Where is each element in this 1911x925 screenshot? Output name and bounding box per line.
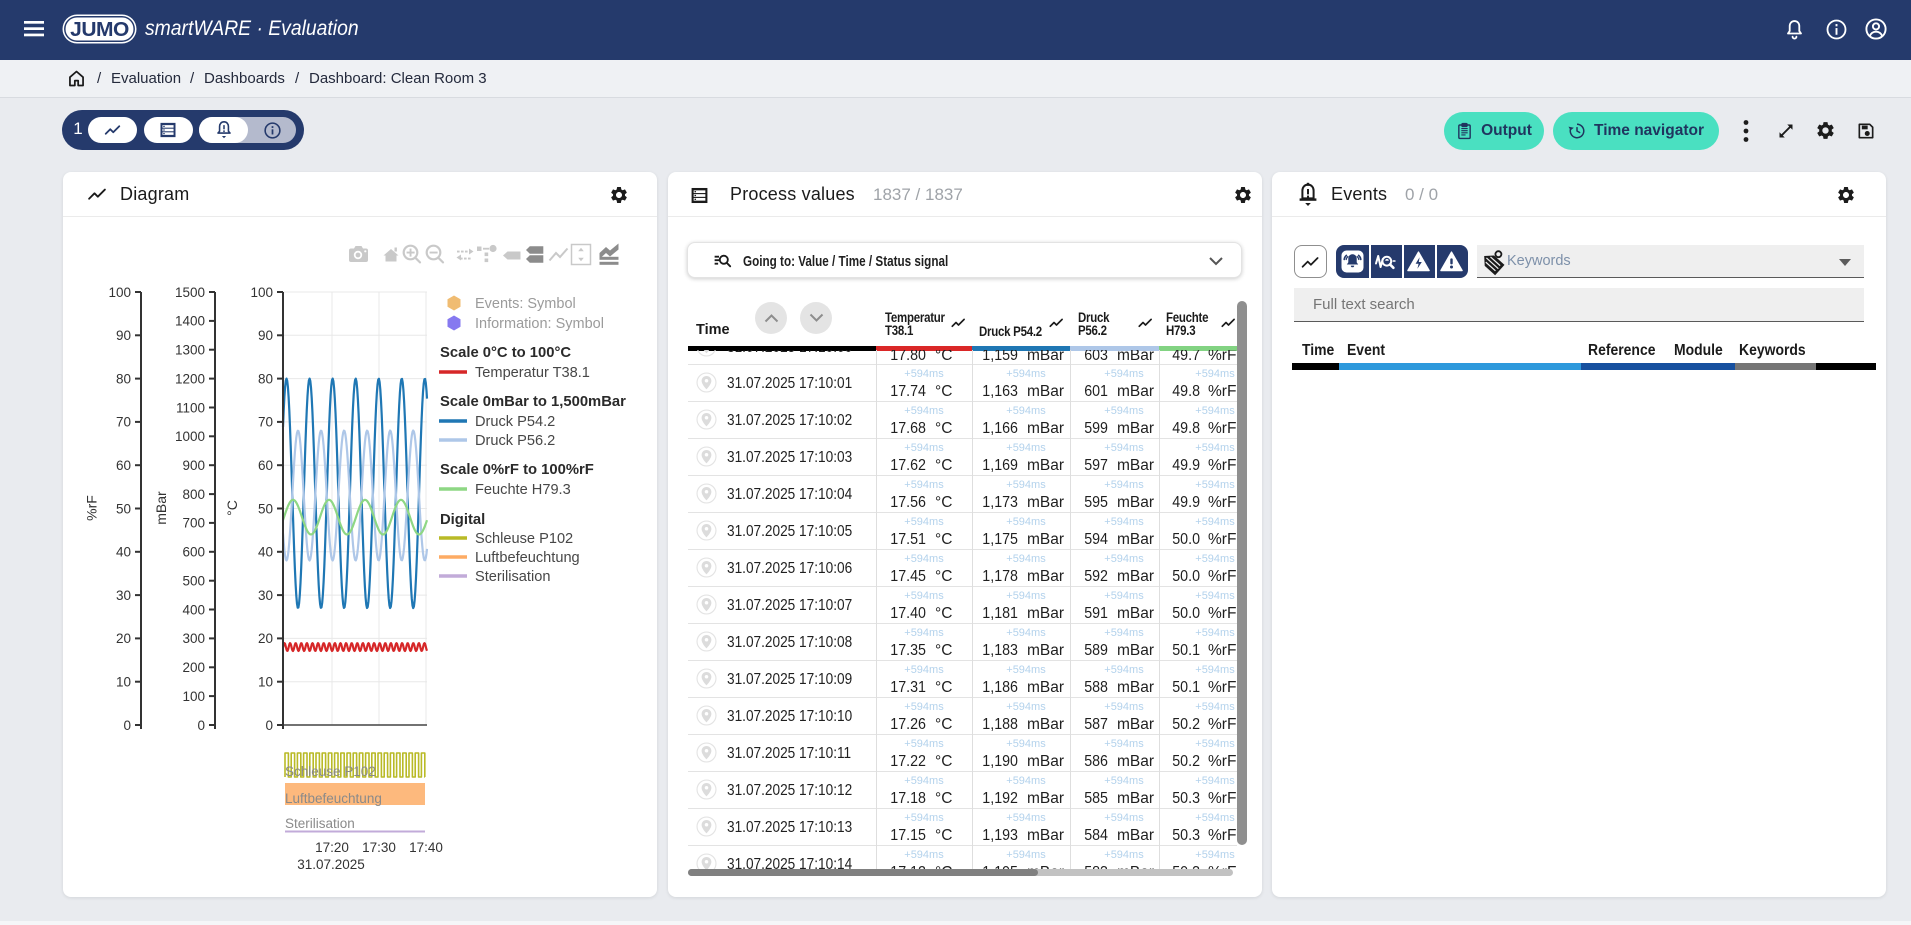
svg-text:70: 70: [116, 415, 131, 430]
svg-text:400: 400: [182, 602, 205, 617]
svg-text:0: 0: [197, 718, 205, 733]
svg-text:30: 30: [258, 588, 273, 603]
svg-text:300: 300: [182, 631, 205, 646]
svg-text:Luftbefeuchtung: Luftbefeuchtung: [285, 791, 382, 806]
svg-text:800: 800: [182, 487, 205, 502]
svg-text:80: 80: [258, 371, 273, 386]
svg-text:100: 100: [182, 689, 205, 704]
svg-text:40: 40: [116, 545, 131, 560]
svg-text:Sterilisation: Sterilisation: [475, 569, 550, 585]
svg-text:°C: °C: [224, 500, 240, 516]
svg-text:Druck P54.2: Druck P54.2: [475, 414, 555, 430]
svg-text:500: 500: [182, 574, 205, 589]
svg-text:31.07.2025: 31.07.2025: [297, 857, 365, 872]
svg-text:600: 600: [182, 545, 205, 560]
svg-text:JUMO: JUMO: [70, 18, 129, 41]
svg-text:60: 60: [258, 458, 273, 473]
svg-text:1500: 1500: [175, 285, 205, 300]
svg-text:40: 40: [258, 545, 273, 560]
svg-text:mBar: mBar: [153, 491, 169, 525]
svg-text:10: 10: [258, 675, 273, 690]
svg-text:Scale 0mBar to 1,500mBar: Scale 0mBar to 1,500mBar: [440, 394, 626, 410]
svg-text:Events: Symbol: Events: Symbol: [475, 296, 576, 312]
svg-text:Druck P56.2: Druck P56.2: [475, 433, 555, 449]
svg-text:90: 90: [116, 328, 131, 343]
svg-text:10: 10: [116, 675, 131, 690]
svg-text:70: 70: [258, 415, 273, 430]
svg-text:60: 60: [116, 458, 131, 473]
svg-text:%rF: %rF: [84, 495, 100, 521]
svg-text:90: 90: [258, 328, 273, 343]
svg-text:17:30: 17:30: [362, 840, 396, 855]
svg-text:100: 100: [250, 285, 273, 300]
svg-text:1200: 1200: [175, 371, 205, 386]
svg-text:Sterilisation: Sterilisation: [285, 816, 355, 831]
svg-text:20: 20: [258, 631, 273, 646]
svg-text:1100: 1100: [176, 400, 205, 415]
svg-text:Scale 0%rF to 100%rF: Scale 0%rF to 100%rF: [440, 462, 594, 478]
svg-text:Schleuse P102: Schleuse P102: [285, 764, 376, 779]
svg-text:Temperatur T38.1: Temperatur T38.1: [475, 365, 590, 381]
svg-text:1000: 1000: [175, 429, 205, 444]
svg-text:Schleuse P102: Schleuse P102: [475, 531, 573, 547]
svg-text:0: 0: [123, 718, 131, 733]
svg-text:1400: 1400: [175, 314, 205, 329]
svg-text:50: 50: [116, 501, 131, 516]
svg-text:20: 20: [116, 631, 131, 646]
svg-text:30: 30: [116, 588, 131, 603]
svg-text:50: 50: [258, 501, 273, 516]
svg-text:Information: Symbol: Information: Symbol: [475, 316, 604, 332]
svg-text:17:40: 17:40: [409, 840, 443, 855]
svg-text:900: 900: [182, 458, 205, 473]
svg-text:Digital: Digital: [440, 512, 485, 528]
svg-text:Scale 0°C to 100°C: Scale 0°C to 100°C: [440, 345, 571, 361]
svg-text:Feuchte H79.3: Feuchte H79.3: [475, 482, 571, 498]
svg-text:100: 100: [108, 285, 131, 300]
svg-text:700: 700: [182, 516, 205, 531]
svg-text:0: 0: [265, 718, 273, 733]
svg-text:1300: 1300: [175, 343, 205, 358]
svg-text:200: 200: [182, 660, 205, 675]
svg-text:17:20: 17:20: [315, 840, 349, 855]
svg-text:80: 80: [116, 371, 131, 386]
svg-text:Luftbefeuchtung: Luftbefeuchtung: [475, 550, 580, 566]
